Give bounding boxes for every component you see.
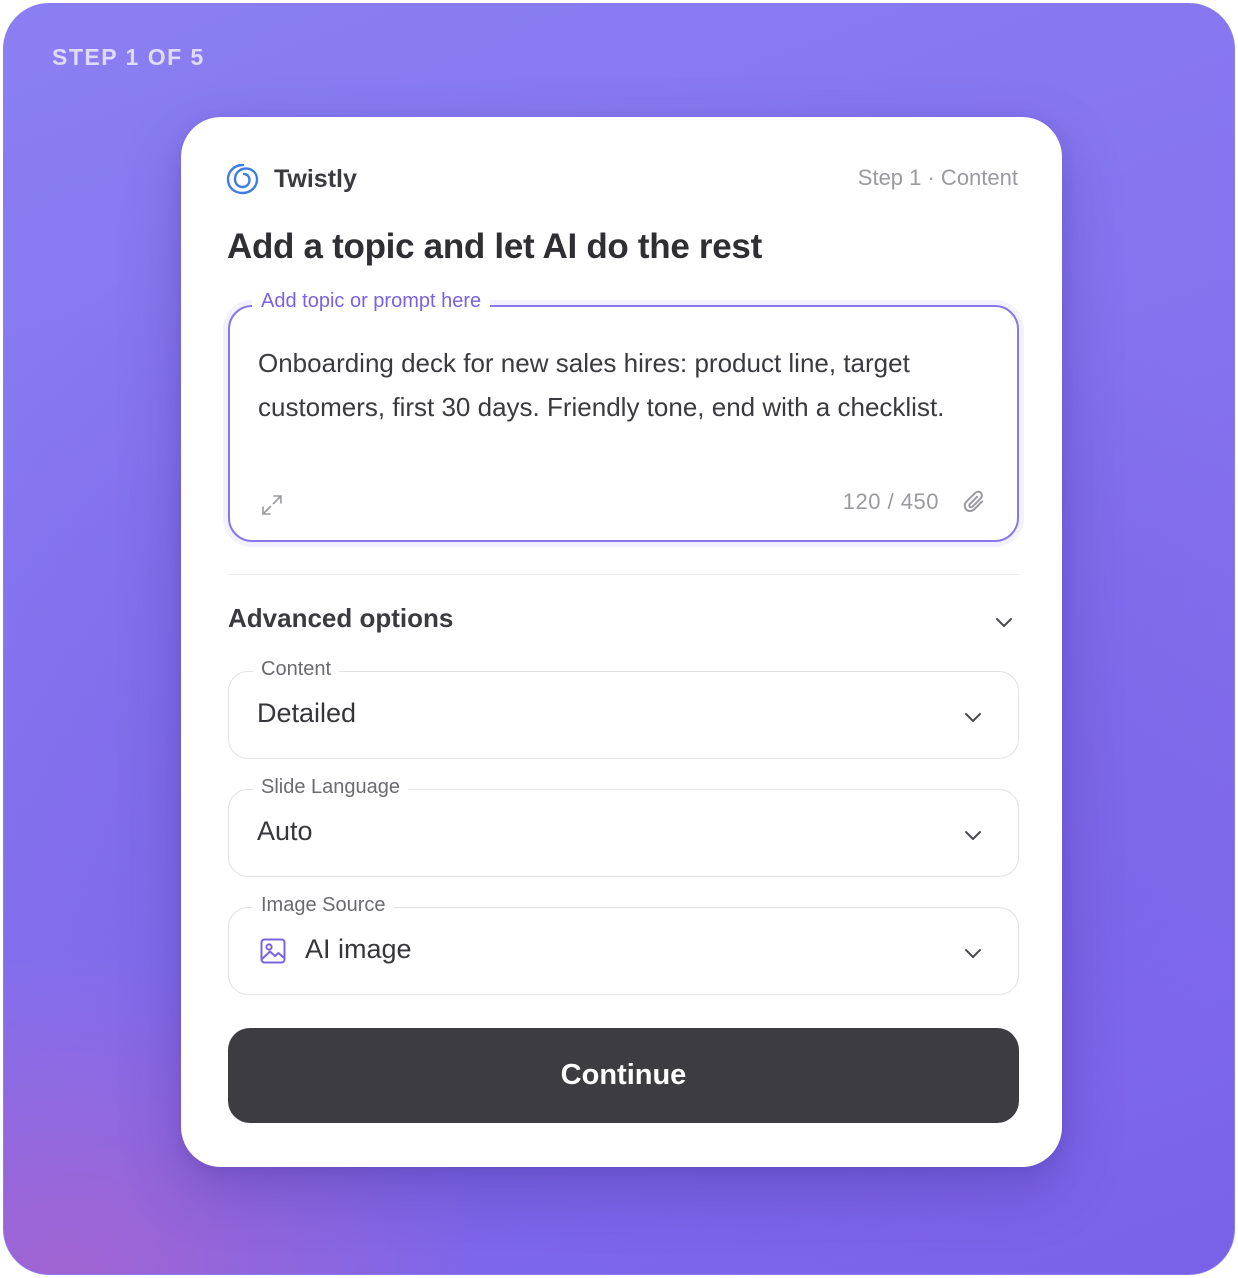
slide-language-select-value: Auto: [257, 816, 313, 846]
image-source-select[interactable]: Image Source AI image: [228, 894, 1019, 995]
step-progress-label: STEP 1 OF 5: [52, 44, 205, 70]
character-count: 120 / 450: [842, 489, 939, 514]
prompt-field-label: Add topic or prompt here: [252, 290, 491, 313]
app-background: STEP 1 OF 5 Twistly Step 1 · Content Add…: [3, 3, 1235, 1275]
slide-language-select-label: Slide Language: [253, 776, 409, 799]
content-select-label: Content: [253, 658, 340, 681]
slide-language-select[interactable]: Slide Language Auto: [228, 776, 1019, 877]
chevron-down-icon[interactable]: [993, 611, 1015, 633]
image-source-select-value: AI image: [305, 934, 412, 964]
image-source-select-label: Image Source: [253, 894, 394, 917]
paperclip-icon[interactable]: [961, 489, 989, 517]
chevron-down-icon: [965, 713, 981, 722]
prompt-text[interactable]: Onboarding deck for new sales hires: pro…: [258, 341, 993, 429]
step-indicator: Step 1 · Content: [857, 165, 1018, 190]
expand-icon[interactable]: [260, 493, 284, 517]
chevron-down-icon: [965, 831, 981, 840]
continue-button[interactable]: Continue: [228, 1028, 1019, 1123]
brand: Twistly: [225, 161, 357, 197]
create-presentation-card: Twistly Step 1 · Content Add a topic and…: [181, 117, 1062, 1167]
card-header: Twistly Step 1 · Content: [225, 161, 1018, 197]
image-icon: [260, 938, 286, 964]
swirl-logo-icon: [226, 163, 259, 195]
advanced-options-toggle[interactable]: Advanced options: [228, 601, 1019, 641]
chevron-down-icon: [965, 949, 981, 958]
content-select-value: Detailed: [257, 698, 357, 728]
page-title: Add a topic and let AI do the rest: [227, 227, 762, 266]
advanced-options-title: Advanced options: [228, 603, 454, 633]
content-select[interactable]: Content Detailed: [228, 658, 1019, 759]
brand-name: Twistly: [274, 164, 357, 193]
prompt-textarea[interactable]: Add topic or prompt here Onboarding deck…: [228, 290, 1019, 542]
divider: [228, 574, 1019, 575]
